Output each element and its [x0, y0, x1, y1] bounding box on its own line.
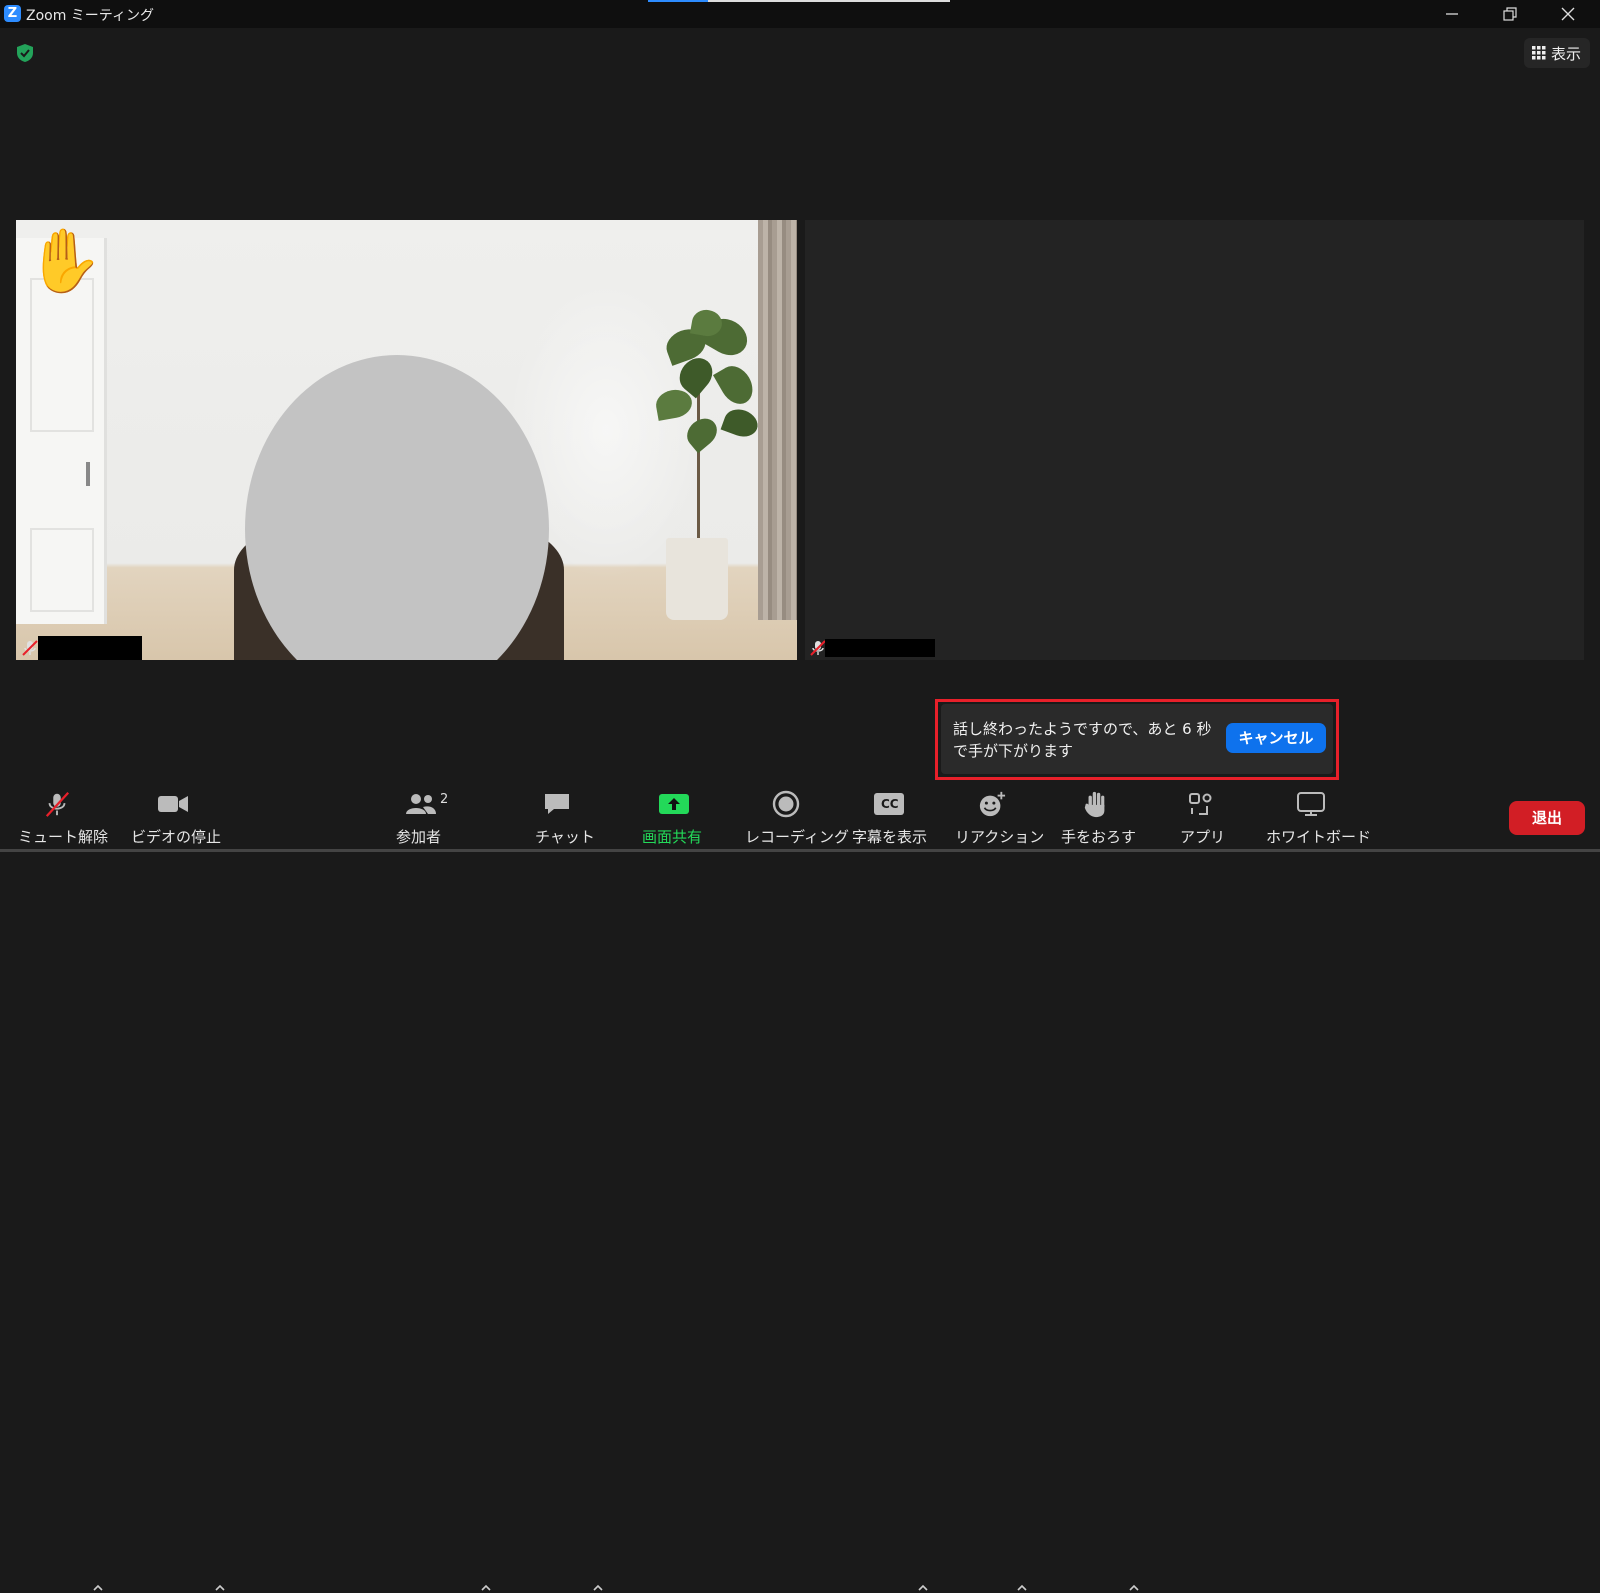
caret-up-icon[interactable] [592, 1583, 604, 1593]
background-curtain [758, 220, 797, 620]
close-button[interactable] [1548, 2, 1588, 26]
zoom-logo-icon: Z [4, 5, 21, 22]
whiteboard-icon [1297, 792, 1325, 816]
door-panel [30, 528, 94, 612]
participants-label: 参加者 [396, 828, 442, 846]
chat-label: チャット [535, 828, 595, 846]
minimize-button[interactable] [1432, 2, 1472, 26]
top-progress-bar [648, 0, 950, 2]
chat-button[interactable]: チャット [534, 782, 595, 852]
cancel-button[interactable]: キャンセル [1226, 723, 1326, 753]
reaction-emoji-icon [979, 791, 1006, 817]
whiteboard-button[interactable]: ホワイトボード [1266, 782, 1371, 852]
plant-leaf [720, 404, 762, 442]
face-blur [245, 355, 549, 660]
lower-hand-notice: 話し終わったようですので、あと 6 秒で手が下がります キャンセル [941, 704, 1333, 774]
meeting-toolbar: ミュート解除 ビデオの停止 2 参加者 チャット 画面共有 レコーディング CC… [0, 782, 1600, 1591]
restore-button[interactable] [1490, 2, 1530, 26]
stop-video-label: ビデオの停止 [131, 828, 222, 846]
apps-icon [1189, 793, 1212, 815]
video-tile-right[interactable] [805, 220, 1584, 660]
door-knob [86, 462, 90, 486]
participant-name-redacted [38, 636, 142, 660]
window-title: Zoom ミーティング [26, 8, 154, 24]
share-screen-label: 画面共有 [642, 828, 703, 846]
participant-name-redacted [825, 639, 935, 657]
caret-up-icon[interactable] [917, 1583, 929, 1593]
record-icon [772, 790, 800, 818]
mic-muted-icon [45, 792, 70, 817]
caret-up-icon[interactable] [92, 1583, 104, 1593]
unmute-button[interactable]: ミュート解除 [16, 782, 108, 852]
apps-button[interactable]: アプリ [1179, 782, 1225, 852]
captions-button[interactable]: CC 字幕を表示 [851, 782, 931, 852]
plant-leaf [713, 360, 759, 410]
record-label: レコーディング [745, 828, 849, 846]
share-screen-icon [659, 794, 689, 814]
caret-up-icon[interactable] [1128, 1583, 1140, 1593]
lower-hand-button[interactable]: 手をおろす [1060, 782, 1136, 852]
close-icon [1561, 7, 1575, 21]
stop-video-button[interactable]: ビデオの停止 [128, 782, 222, 852]
captions-label: 字幕を表示 [852, 828, 928, 846]
video-camera-icon [158, 796, 188, 812]
shield-check-icon [17, 44, 33, 62]
raised-hand-emoji: ✋ [26, 224, 104, 297]
restore-icon [1503, 7, 1517, 21]
reactions-label: リアクション [955, 828, 1045, 846]
grid-view-icon [1532, 46, 1546, 60]
whiteboard-label: ホワイトボード [1266, 828, 1372, 846]
view-label: 表示 [1551, 45, 1582, 63]
caret-up-icon[interactable] [214, 1583, 226, 1593]
caret-up-icon[interactable] [1016, 1583, 1028, 1593]
participants-count: 2 [440, 792, 449, 807]
title-bar: Z Zoom ミーティング [0, 0, 1600, 28]
share-screen-button[interactable]: 画面共有 [640, 782, 708, 852]
chat-bubble-icon [545, 794, 569, 814]
unmute-label: ミュート解除 [18, 828, 109, 846]
apps-label: アプリ [1180, 828, 1226, 846]
caret-up-icon[interactable] [480, 1583, 492, 1593]
view-button[interactable]: 表示 [1524, 38, 1590, 68]
participants-button[interactable]: 2 参加者 [394, 782, 462, 852]
plant-stem [697, 380, 700, 540]
participants-icon [406, 794, 436, 814]
notice-message: 話し終わったようですので、あと 6 秒で手が下がります [953, 720, 1212, 760]
door-panel [30, 278, 94, 432]
captions-cc-text: CC [881, 797, 899, 811]
leave-button[interactable]: 退出 [1509, 801, 1585, 835]
video-tile-left[interactable]: ✋ [16, 220, 797, 660]
plant-pot [666, 538, 728, 620]
record-button[interactable]: レコーディング [744, 782, 849, 852]
reactions-button[interactable]: リアクション [954, 782, 1044, 852]
lower-hand-label: 手をおろす [1061, 828, 1137, 846]
security-button[interactable] [14, 42, 36, 64]
mic-muted-icon [22, 640, 38, 656]
raise-hand-icon [1084, 791, 1105, 818]
top-progress-fill [648, 0, 709, 2]
minimize-icon [1446, 13, 1458, 15]
